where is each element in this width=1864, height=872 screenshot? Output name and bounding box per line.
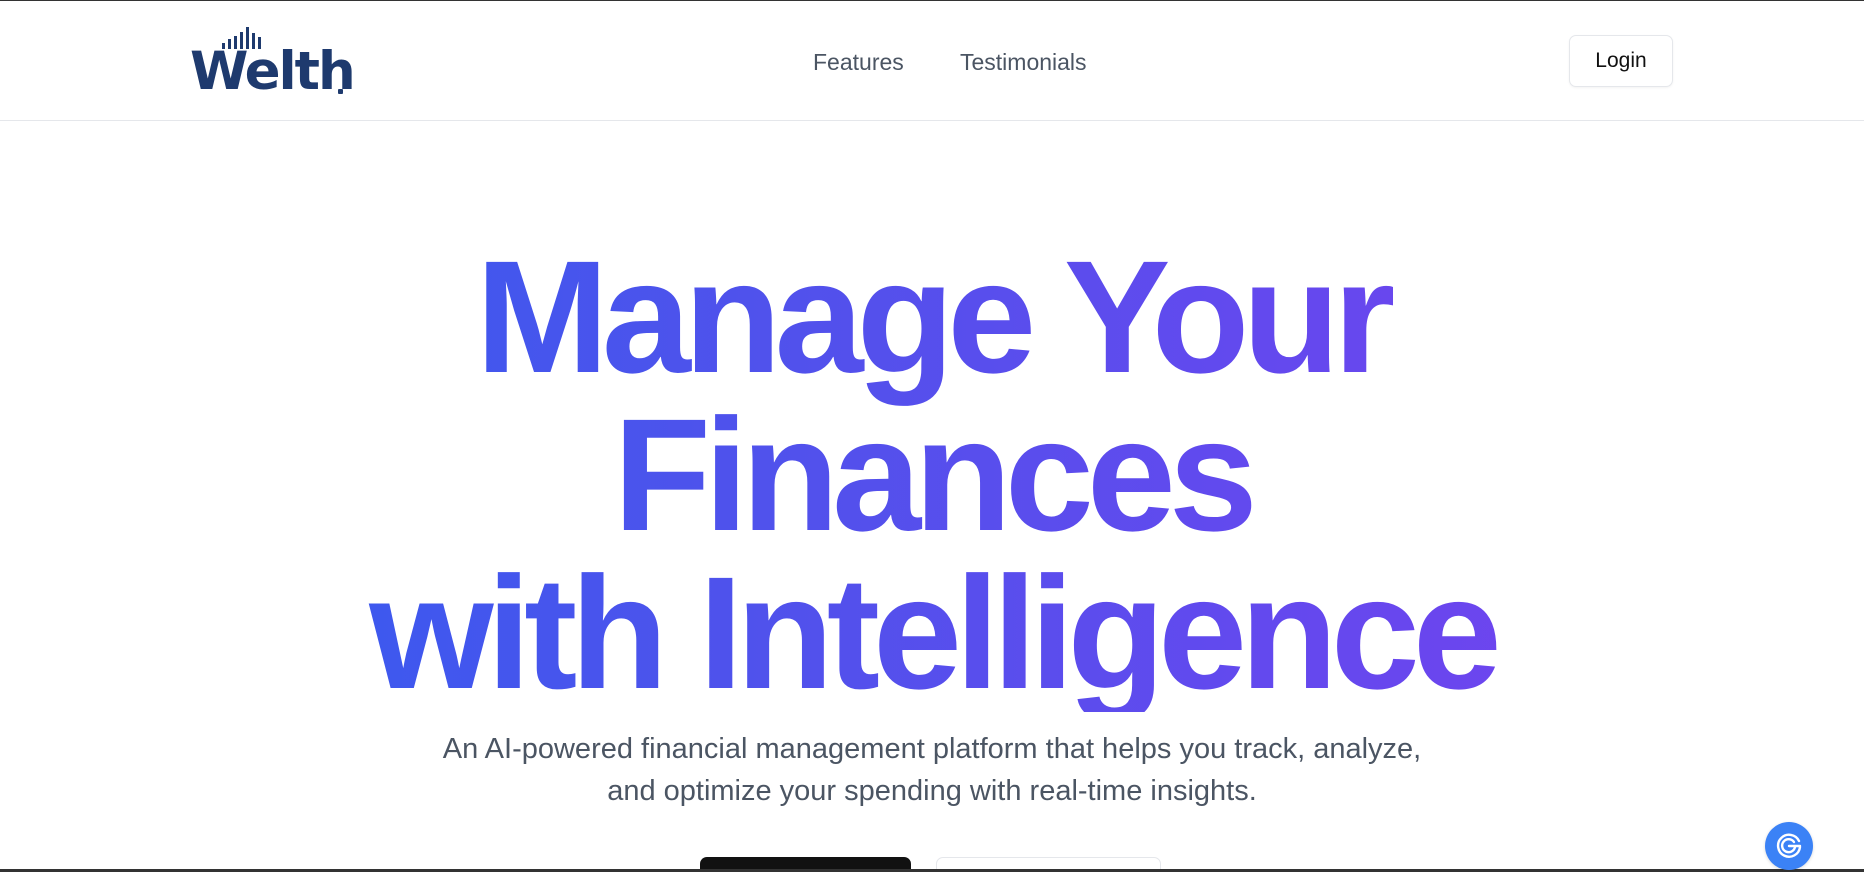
login-button[interactable]: Login: [1569, 35, 1673, 87]
nav-link-testimonials[interactable]: Testimonials: [960, 47, 1087, 77]
hero-subtitle: An AI-powered financial management platf…: [442, 733, 1422, 807]
hero-title-line: Finances: [613, 385, 1251, 564]
navbar: Welth Features Testimonials Login: [0, 1, 1864, 121]
assistant-icon: [1776, 833, 1802, 858]
assistant-button[interactable]: [1765, 822, 1813, 870]
brand-dot: [338, 89, 343, 94]
hero-title-line: with Intelligence: [369, 543, 1495, 722]
hero-title-line: Manage Your: [475, 227, 1389, 406]
nav-link-features[interactable]: Features: [813, 47, 904, 77]
hero-title: Manage Your Finances with Intelligence: [0, 238, 1864, 712]
